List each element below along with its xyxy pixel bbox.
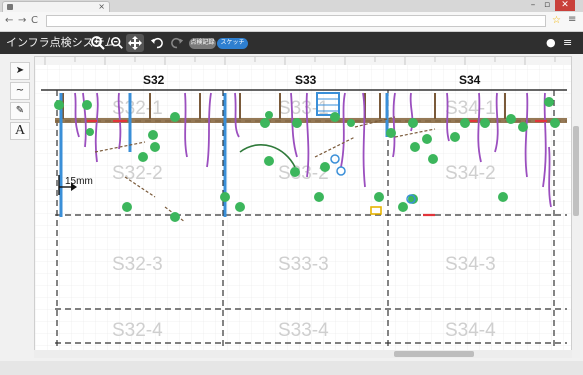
column-label-s34: S34 [459,73,481,87]
cell-label: S33-3 [278,254,329,275]
sketch-tab[interactable]: スケッチ [217,38,248,49]
cell-label: S32-4 [112,320,163,341]
browser-menu-icon[interactable]: ≡ [568,14,576,25]
forward-icon[interactable]: → [18,15,26,27]
redo-icon[interactable] [170,35,184,51]
tab-close-icon[interactable]: × [98,2,105,12]
zoom-in-icon[interactable] [90,35,106,51]
minimize-icon[interactable]: – [527,0,539,11]
bookmark-star-icon[interactable]: ☆ [552,15,561,26]
maximize-icon[interactable]: ▫ [541,0,553,11]
app-menu-icon[interactable]: ≡ [563,36,572,49]
reload-icon[interactable]: C [31,15,38,27]
dimension-label: 15mm [65,176,93,187]
cell-label: S34-1 [445,98,496,119]
freehand-tool-icon[interactable]: ~ [10,82,30,100]
browser-tab-bar: × – ▫ ✕ [0,0,583,12]
cell-label: S34-3 [445,254,496,275]
inspection-record-tab[interactable]: 点検記録 [189,38,216,49]
rebar-exposure-band[interactable] [55,118,567,123]
brush-tool-icon[interactable]: ✎ [10,102,30,120]
app-toolbar: インフラ点検システム 点検記録 スケッチ ● ≡ [0,32,583,54]
back-icon[interactable]: ← [5,15,13,27]
favicon-icon [7,4,13,10]
browser-tab[interactable]: × [2,1,110,12]
text-tool-icon[interactable]: A [10,122,30,140]
pin-icon[interactable]: ● [546,36,556,49]
cell-label: S34-2 [445,163,496,184]
select-tool-icon[interactable]: ➤ [10,62,30,80]
sketch-drawing[interactable]: S32 S33 S34 S32-1 S33-1 S34-1 S32-2 S33-… [35,57,572,358]
horizontal-scroll-thumb[interactable] [394,351,474,357]
window-bottom-edge [0,361,583,375]
cell-label: S33-4 [278,320,329,341]
vertical-scroll-thumb[interactable] [573,126,579,216]
column-label-s33: S33 [295,73,317,87]
vertical-scrollbar[interactable] [572,56,580,358]
column-label-s32: S32 [143,73,165,87]
tool-palette: ➤ ~ ✎ A [10,62,30,142]
drawing-canvas[interactable]: S32 S33 S34 S32-1 S33-1 S34-1 S32-2 S33-… [34,56,572,358]
ruler [35,57,571,65]
move-icon[interactable] [126,34,144,52]
cell-label: S32-2 [112,163,163,184]
cell-label: S32-3 [112,254,163,275]
zoom-out-icon[interactable] [110,35,124,51]
window-close-icon[interactable]: ✕ [555,0,575,11]
cell-label: S34-4 [445,320,496,341]
address-bar: ← → C ☆ ≡ [0,12,583,32]
url-input[interactable] [46,15,546,27]
horizontal-scrollbar[interactable] [34,350,572,358]
undo-icon[interactable] [150,35,164,51]
